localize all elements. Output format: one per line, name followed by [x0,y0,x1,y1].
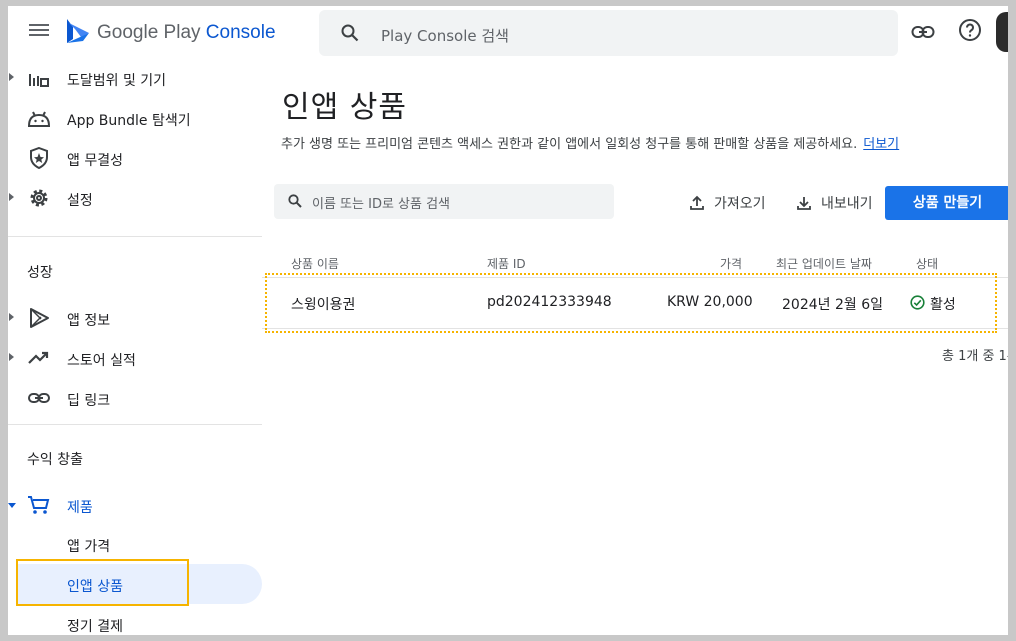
expand-caret-icon [9,313,14,321]
sidebar-item-reach-devices[interactable]: 도달범위 및 기기 [8,60,262,96]
column-header-name[interactable]: 상품 이름 [291,255,339,272]
sidebar-item-label: 도달범위 및 기기 [67,73,167,89]
collapse-caret-icon [8,503,16,508]
sidebar-item-subscriptions[interactable]: 정기 결제 [16,604,262,635]
shield-icon [30,147,48,169]
cart-icon [28,496,50,514]
expand-caret-icon [9,353,14,361]
search-icon [341,24,359,42]
cell-updated: 2024년 2월 6일 [782,297,883,313]
link-icon[interactable] [911,22,935,42]
play-icon [30,308,49,328]
section-title-growth: 성장 [27,265,53,281]
sidebar-item-settings[interactable]: 설정 [8,180,262,216]
play-console-logo [67,19,89,43]
cell-product-name: 스윙이용권 [291,297,356,313]
app-window: Google Play Console Play Console 검색 도달범위… [8,6,1008,635]
sidebar-item-label: 스토어 실적 [67,353,136,369]
sidebar: 도달범위 및 기기 App Bundle 탐색기 앱 무결성 설정 성장 앱 정… [8,60,262,635]
sidebar-item-label: 제품 [67,500,93,516]
page-description: 추가 생명 또는 프리미엄 콘텐츠 액세스 권한과 같이 앱에서 일회성 청구를… [281,133,899,152]
global-search-placeholder: Play Console 검색 [381,27,509,45]
learn-more-link[interactable]: 더보기 [863,137,899,152]
expand-caret-icon [9,193,14,201]
help-icon[interactable] [958,18,982,42]
main-content: 인앱 상품 추가 생명 또는 프리미엄 콘텐츠 액세스 권한과 같이 앱에서 일… [262,60,1008,635]
sidebar-item-app-pricing[interactable]: 앱 가격 [16,524,262,564]
table-row[interactable]: 스윙이용권 pd202412333948 KRW 20,000 2024년 2월… [262,278,1008,328]
sidebar-item-label: 인앱 상품 [67,579,123,595]
column-header-price[interactable]: 가격 [720,255,742,272]
sidebar-item-label: 설정 [67,193,93,209]
sidebar-item-deep-links[interactable]: 딥 링크 [8,380,262,416]
sidebar-item-app-integrity[interactable]: 앱 무결성 [8,140,262,176]
brand-accent: Console [205,22,276,43]
sidebar-item-products[interactable]: 제품 [8,487,262,523]
page-title: 인앱 상품 [282,90,407,125]
import-label: 가져오기 [714,196,766,212]
android-icon [27,111,51,127]
download-icon [797,197,811,210]
sidebar-divider [8,424,262,425]
table-row-divider [262,328,1008,329]
sidebar-item-label: 앱 가격 [67,539,111,555]
bar-chart-icon [29,74,49,87]
sidebar-item-app-info[interactable]: 앱 정보 [8,300,262,336]
search-icon [288,194,302,208]
section-title-monetize: 수익 창출 [27,452,83,468]
column-header-id[interactable]: 제품 ID [487,255,526,272]
sidebar-item-in-app-products[interactable]: 인앱 상품 [16,564,262,604]
status-label: 활성 [930,297,956,313]
trending-icon [28,351,49,364]
top-bar: Google Play Console Play Console 검색 [8,6,1008,60]
sidebar-item-app-bundle[interactable]: App Bundle 탐색기 [8,100,262,136]
create-product-button[interactable]: 상품 만들기 [885,186,1008,220]
sidebar-item-label: 앱 무결성 [67,153,123,169]
pagination-text: 총 1개 중 1- [942,349,1008,364]
sidebar-item-label: 앱 정보 [67,313,111,329]
cell-product-id: pd202412333948 [487,294,612,310]
check-circle-icon [910,295,925,310]
expand-caret-icon [9,73,14,81]
description-text: 추가 생명 또는 프리미엄 콘텐츠 액세스 권한과 같이 앱에서 일회성 청구를… [281,137,858,152]
avatar[interactable] [996,12,1008,52]
column-header-status[interactable]: 상태 [916,255,938,272]
sidebar-item-label: 딥 링크 [67,393,111,409]
global-search-input[interactable]: Play Console 검색 [319,10,898,56]
product-search-placeholder: 이름 또는 ID로 상품 검색 [312,197,451,212]
sidebar-divider [8,236,262,237]
import-button[interactable]: 가져오기 [690,190,772,216]
cell-price: KRW 20,000 [667,294,753,310]
link-icon [28,393,50,403]
brand-name[interactable]: Google Play Console [97,22,276,44]
gear-icon [30,189,48,207]
sidebar-item-label: App Bundle 탐색기 [67,113,191,129]
menu-icon[interactable] [26,21,52,43]
sidebar-item-label: 정기 결제 [67,619,123,635]
upload-icon [690,195,704,210]
export-label: 내보내기 [821,196,873,212]
sidebar-item-store-performance[interactable]: 스토어 실적 [8,340,262,376]
product-search-input[interactable]: 이름 또는 ID로 상품 검색 [274,184,614,219]
brand-main: Google Play [97,22,201,43]
export-button[interactable]: 내보내기 [797,190,879,216]
column-header-updated[interactable]: 최근 업데이트 날짜 [776,255,872,272]
